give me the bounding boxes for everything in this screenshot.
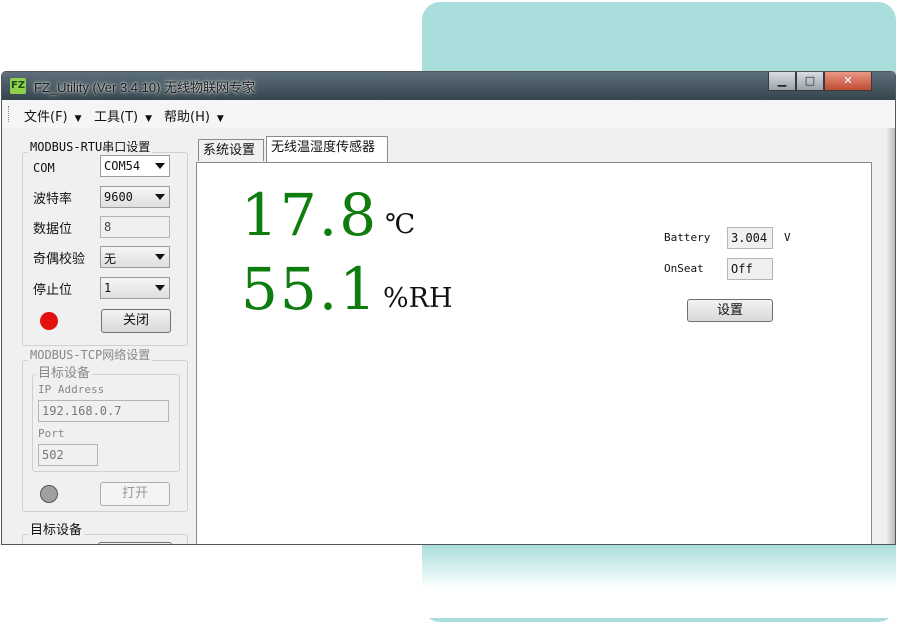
battery-unit: V <box>784 231 791 244</box>
menu-file-label: 文件(F) <box>24 110 68 125</box>
chevron-down-icon: ▼ <box>71 114 82 124</box>
menu-help-label: 帮助(H) <box>164 110 210 125</box>
temperature-value: 17.8 <box>241 181 379 249</box>
title-bar: FZ FZ_Utility (Ver 3.4.10) 无线物联网专家 ▁ □ ✕ <box>2 72 895 100</box>
tab-wireless-sensor[interactable]: 无线温湿度传感器 <box>266 136 388 162</box>
bottom-fade <box>422 545 896 618</box>
databits-field[interactable]: 8 <box>100 216 170 238</box>
port-field[interactable]: 502 <box>38 444 98 466</box>
window-right-border <box>886 128 895 544</box>
ip-label: IP Address <box>38 383 105 396</box>
tcp-status-indicator <box>40 485 58 503</box>
baud-value: 9600 <box>104 190 133 204</box>
menu-tools-label: 工具(T) <box>94 110 139 125</box>
rtu-group-title: MODBUS-RTU串口设置 <box>28 138 153 155</box>
tcp-group-title: MODBUS-TCP网络设置 <box>28 346 153 363</box>
com-value: COM54 <box>104 159 141 173</box>
tab-system-settings[interactable]: 系统设置 <box>198 139 264 161</box>
toolbar-grip[interactable] <box>8 106 12 122</box>
target-button[interactable] <box>98 542 172 544</box>
caption-buttons: ▁ □ ✕ <box>768 72 872 92</box>
stopbits-select[interactable]: 1 <box>100 277 170 299</box>
battery-label: Battery <box>664 231 711 244</box>
parity-label: 奇偶校验 <box>33 252 86 267</box>
onseat-field[interactable]: Off <box>727 258 773 280</box>
chevron-down-icon <box>155 163 165 169</box>
battery-field[interactable]: 3.004 <box>727 227 773 249</box>
com-label: COM <box>33 161 55 175</box>
target-group-title: 目标设备 <box>28 519 85 538</box>
databits-label: 数据位 <box>33 222 73 237</box>
sensor-panel: 17.8 ℃ 55.1 %RH Battery 3.004 V OnSeat O… <box>196 162 872 544</box>
menu-bar: 文件(F) ▼ 工具(T) ▼ 帮助(H) ▼ <box>2 100 895 128</box>
stopbits-label: 停止位 <box>33 283 73 298</box>
parity-value: 无 <box>104 252 117 266</box>
rtu-status-indicator <box>40 312 58 330</box>
ip-field[interactable]: 192.168.0.7 <box>38 400 169 422</box>
chevron-down-icon: ▼ <box>214 114 224 124</box>
parity-select[interactable]: 无 <box>100 246 170 268</box>
minimize-button[interactable]: ▁ <box>768 72 796 91</box>
tcp-open-button[interactable]: 打开 <box>100 482 170 506</box>
stopbits-value: 1 <box>104 281 112 295</box>
settings-button[interactable]: 设置 <box>687 299 773 322</box>
tcp-target-title: 目标设备 <box>36 362 93 381</box>
chevron-down-icon <box>155 194 165 200</box>
baud-select[interactable]: 9600 <box>100 186 170 208</box>
menu-tools[interactable]: 工具(T) ▼ <box>94 106 152 125</box>
baud-label: 波特率 <box>33 192 73 207</box>
humidity-unit: %RH <box>383 283 453 314</box>
onseat-label: OnSeat <box>664 262 704 275</box>
menu-help[interactable]: 帮助(H) ▼ <box>164 106 224 125</box>
app-icon: FZ <box>10 78 26 94</box>
humidity-value: 55.1 <box>241 255 379 323</box>
window-title: FZ_Utility (Ver 3.4.10) 无线物联网专家 <box>34 80 256 95</box>
chevron-down-icon <box>155 254 165 260</box>
rtu-close-button[interactable]: 关闭 <box>101 309 171 333</box>
menu-file[interactable]: 文件(F) ▼ <box>24 106 82 125</box>
com-select[interactable]: COM54 <box>100 155 170 177</box>
close-button[interactable]: ✕ <box>824 72 872 91</box>
temperature-unit: ℃ <box>385 209 416 240</box>
app-window: FZ FZ_Utility (Ver 3.4.10) 无线物联网专家 ▁ □ ✕… <box>2 72 895 544</box>
maximize-button[interactable]: □ <box>796 72 824 91</box>
port-label: Port <box>38 427 65 440</box>
chevron-down-icon: ▼ <box>142 114 153 124</box>
chevron-down-icon <box>155 285 165 291</box>
